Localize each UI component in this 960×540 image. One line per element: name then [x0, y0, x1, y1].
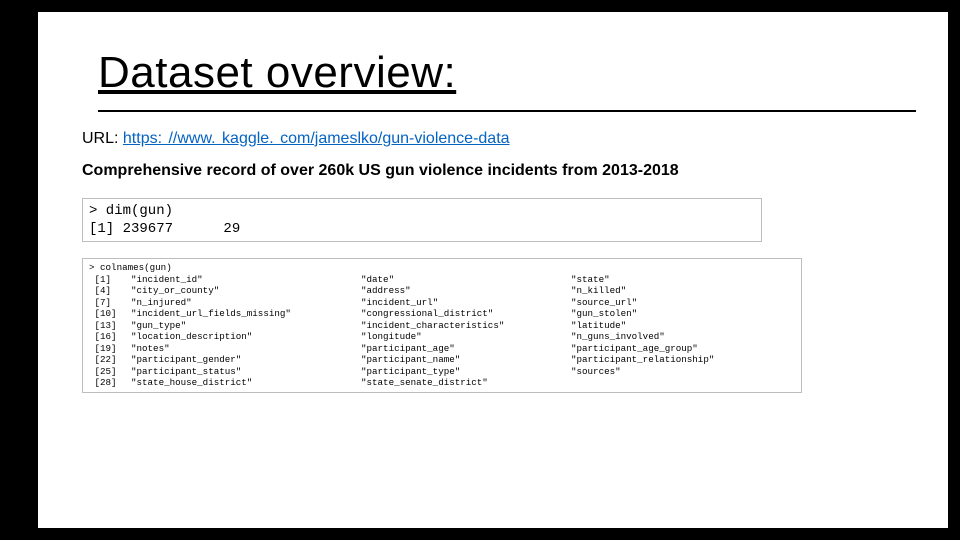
col-1: "participant_gender" — [131, 354, 361, 366]
col-3: "state" — [571, 274, 795, 286]
col-2: "incident_url" — [361, 297, 571, 309]
colnames-row: [1]"incident_id""date""state" — [89, 274, 795, 286]
row-index: [4] — [89, 285, 131, 297]
col-3: "n_killed" — [571, 285, 795, 297]
col-1: "gun_type" — [131, 320, 361, 332]
colnames-row: [22]"participant_gender""participant_nam… — [89, 354, 795, 366]
dim-command: > dim(gun) — [89, 203, 173, 219]
dataset-description: Comprehensive record of over 260k US gun… — [82, 162, 916, 180]
col-2: "state_senate_district" — [361, 377, 571, 389]
colnames-row: [4]"city_or_county""address""n_killed" — [89, 285, 795, 297]
row-index: [10] — [89, 308, 131, 320]
col-3: "n_guns_involved" — [571, 331, 795, 343]
col-3: "gun_stolen" — [571, 308, 795, 320]
colnames-row: [10]"incident_url_fields_missing""congre… — [89, 308, 795, 320]
dim-output: [1] 239677 29 — [89, 221, 240, 237]
colnames-output-box: > colnames(gun) [1]"incident_id""date""s… — [82, 258, 802, 393]
row-index: [25] — [89, 366, 131, 378]
colnames-row: [13]"gun_type""incident_characteristics"… — [89, 320, 795, 332]
dataset-url-link[interactable]: https: //www. kaggle. com/jameslko/gun-v… — [123, 130, 510, 147]
col-2: "participant_age" — [361, 343, 571, 355]
row-index: [7] — [89, 297, 131, 309]
colnames-row: [28]"state_house_district""state_senate_… — [89, 377, 795, 389]
col-2: "participant_type" — [361, 366, 571, 378]
col-1: "location_description" — [131, 331, 361, 343]
col-3: "source_url" — [571, 297, 795, 309]
col-3: "sources" — [571, 366, 795, 378]
colnames-row: [19]"notes""participant_age""participant… — [89, 343, 795, 355]
col-3: "participant_relationship" — [571, 354, 795, 366]
col-1: "incident_url_fields_missing" — [131, 308, 361, 320]
col-1: "n_injured" — [131, 297, 361, 309]
slide-title: Dataset overview: — [98, 48, 916, 98]
row-index: [13] — [89, 320, 131, 332]
colnames-row: [25]"participant_status""participant_typ… — [89, 366, 795, 378]
colnames-command: > colnames(gun) — [89, 262, 172, 273]
title-divider — [98, 110, 916, 112]
slide: Dataset overview: URL: https: //www. kag… — [38, 12, 948, 528]
col-1: "state_house_district" — [131, 377, 361, 389]
colnames-row: [7]"n_injured""incident_url""source_url" — [89, 297, 795, 309]
colnames-row: [16]"location_description""longitude""n_… — [89, 331, 795, 343]
row-index: [22] — [89, 354, 131, 366]
col-2: "incident_characteristics" — [361, 320, 571, 332]
row-index: [28] — [89, 377, 131, 389]
col-2: "longitude" — [361, 331, 571, 343]
col-1: "participant_status" — [131, 366, 361, 378]
row-index: [1] — [89, 274, 131, 286]
col-1: "incident_id" — [131, 274, 361, 286]
row-index: [19] — [89, 343, 131, 355]
col-1: "notes" — [131, 343, 361, 355]
dim-output-box: > dim(gun) [1] 239677 29 — [82, 198, 762, 242]
url-line: URL: https: //www. kaggle. com/jameslko/… — [82, 130, 916, 148]
col-3 — [571, 377, 795, 389]
url-label: URL: — [82, 130, 123, 147]
col-1: "city_or_county" — [131, 285, 361, 297]
col-2: "address" — [361, 285, 571, 297]
row-index: [16] — [89, 331, 131, 343]
col-2: "congressional_district" — [361, 308, 571, 320]
col-3: "latitude" — [571, 320, 795, 332]
col-2: "date" — [361, 274, 571, 286]
col-3: "participant_age_group" — [571, 343, 795, 355]
col-2: "participant_name" — [361, 354, 571, 366]
